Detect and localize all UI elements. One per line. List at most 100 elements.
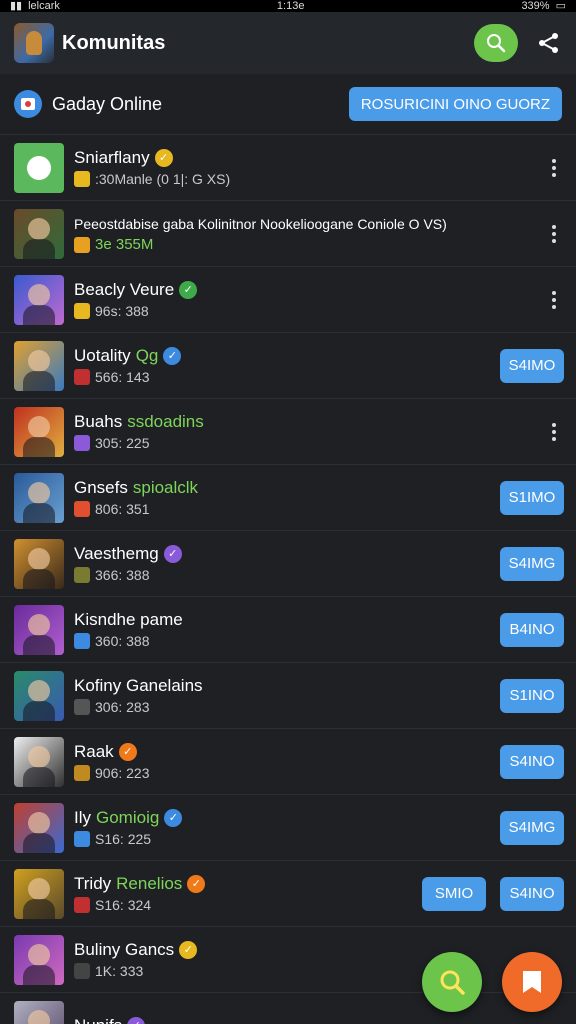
- community-thumbnail: [14, 868, 64, 919]
- list-item-stats: 906: 223: [74, 763, 500, 783]
- list-item-info: Raak ✓ 906: 223: [74, 741, 500, 783]
- more-options-icon[interactable]: [544, 222, 564, 246]
- page-title: Komunitas: [62, 31, 166, 54]
- list-item-stats: 366: 388: [74, 565, 500, 585]
- share-icon: [539, 33, 558, 53]
- list-item[interactable]: Peeostdabise gaba Kolinitnor Nookeliooga…: [0, 200, 576, 266]
- list-item-title: Gnsefs: [74, 477, 128, 497]
- list-item-info: Tridy Renelios ✓ S16: 324: [74, 873, 422, 915]
- join-button[interactable]: S1INO: [500, 678, 564, 713]
- list-item-stats: 96s: 388: [74, 301, 544, 321]
- search-button[interactable]: [474, 24, 518, 62]
- list-item[interactable]: Kisndhe pame 360: 388 B4INO: [0, 596, 576, 662]
- list-item-stats-text: 566: 143: [95, 368, 150, 385]
- list-item-name: Beacly Veure ✓: [74, 279, 544, 301]
- category-icon: [74, 764, 90, 781]
- community-thumbnail: [14, 406, 64, 457]
- join-button[interactable]: SMIO: [422, 876, 486, 911]
- list-item[interactable]: Gnsefs spioalclk 806: 351 S1IMO: [0, 464, 576, 530]
- list-item-stats-text: 906: 223: [95, 764, 150, 781]
- floating-bookmark-button[interactable]: [502, 952, 562, 1012]
- more-options-icon[interactable]: [544, 420, 564, 444]
- list-item-stats: :30Manle (0 1|: G XS): [74, 169, 544, 189]
- online-section-header: Gaday Online ROSURICINI OINO GUORZ: [0, 74, 576, 134]
- list-item[interactable]: Buahs ssdoadins 305: 225: [0, 398, 576, 464]
- join-button[interactable]: S4INO: [500, 744, 564, 779]
- list-item[interactable]: Kofiny Ganelains 306: 283 S1INO: [0, 662, 576, 728]
- share-button[interactable]: [536, 30, 562, 56]
- verified-badge-icon: ✓: [163, 346, 182, 365]
- list-item-stats-text: 305: 225: [95, 434, 150, 451]
- community-thumbnail: [14, 802, 64, 853]
- list-item-stats: 566: 143: [74, 367, 500, 387]
- community-thumbnail: [14, 736, 64, 787]
- list-item[interactable]: Ily Gomioig ✓ S16: 225 S4IMG: [0, 794, 576, 860]
- join-button[interactable]: S1IMO: [500, 480, 564, 515]
- list-item-title: Kisndhe pame: [74, 609, 183, 629]
- list-item-name: Raak ✓: [74, 741, 500, 763]
- list-item-title: Ily: [74, 807, 91, 827]
- verified-badge-icon: ✓: [164, 808, 183, 827]
- list-item-name: Ily Gomioig ✓: [74, 807, 500, 829]
- list-item-title: Buahs: [74, 411, 123, 431]
- list-item-name: Kisndhe pame: [74, 609, 500, 631]
- status-bar: ▮▮ lelcark 1:13e 339% ▭: [0, 0, 576, 12]
- list-item-stats: 306: 283: [74, 697, 500, 717]
- verified-badge-icon: ✓: [118, 742, 137, 761]
- community-thumbnail: [14, 934, 64, 985]
- join-button[interactable]: B4INO: [500, 612, 564, 647]
- list-item-title: Uotality: [74, 345, 131, 365]
- list-item-title: Buliny Gancs: [74, 939, 175, 959]
- list-item-name: Nunifs ✓: [74, 1015, 564, 1024]
- list-item[interactable]: Raak ✓ 906: 223 S4INO: [0, 728, 576, 794]
- floating-search-button[interactable]: [422, 952, 482, 1012]
- list-item-name: Uotality Qg ✓: [74, 345, 500, 367]
- join-button[interactable]: S4INO: [500, 876, 564, 911]
- category-icon: [74, 170, 90, 187]
- list-item-stats-text: 806: 351: [95, 500, 150, 517]
- list-item-name: Gnsefs spioalclk: [74, 477, 500, 499]
- community-list: Sniarflany ✓:30Manle (0 1|: G XS) Peeostda…: [0, 134, 576, 1024]
- list-item-info: Nunifs ✓: [74, 1015, 564, 1024]
- list-item[interactable]: Uotality Qg ✓ 566: 143 S4IMO: [0, 332, 576, 398]
- community-thumbnail: [14, 604, 64, 655]
- community-thumbnail: [14, 472, 64, 523]
- list-item-info: Peeostdabise gaba Kolinitnor Nookeliooga…: [74, 213, 544, 255]
- signal-icon: ▮▮: [10, 0, 23, 12]
- list-item-stats-text: S16: 324: [95, 896, 152, 913]
- category-icon: [74, 962, 90, 979]
- list-item-info: Ily Gomioig ✓ S16: 225: [74, 807, 500, 849]
- community-thumbnail: [14, 670, 64, 721]
- list-item-title-extra: Qg: [135, 345, 159, 365]
- list-item-name: Kofiny Ganelains: [74, 675, 500, 697]
- list-item-stats-text: 360: 388: [95, 632, 150, 649]
- list-item-title: Tridy: [74, 873, 112, 893]
- community-thumbnail: [14, 538, 64, 589]
- list-item-name: Tridy Renelios ✓: [74, 873, 422, 895]
- community-thumbnail: [14, 1000, 64, 1024]
- list-item-title: Beacly Veure: [74, 279, 175, 299]
- list-item-title: Raak: [74, 741, 114, 761]
- join-button[interactable]: S4IMG: [500, 810, 564, 845]
- list-item[interactable]: Vaesthemg ✓ 366: 388 S4IMG: [0, 530, 576, 596]
- more-options-icon[interactable]: [544, 156, 564, 180]
- category-icon: [74, 830, 90, 847]
- list-item[interactable]: Nunifs ✓: [0, 992, 576, 1024]
- list-item-stats-text: 1K: 333: [95, 962, 144, 979]
- list-item-stats: 305: 225: [74, 433, 544, 453]
- list-item-name: Buliny Gancs ✓: [74, 939, 564, 961]
- online-action-button[interactable]: ROSURICINI OINO GUORZ: [348, 87, 562, 121]
- list-item-info: Sniarflany ✓:30Manle (0 1|: G XS): [74, 147, 544, 189]
- join-button[interactable]: S4IMO: [500, 348, 564, 383]
- join-button[interactable]: S4IMG: [500, 546, 564, 581]
- more-options-icon[interactable]: [544, 288, 564, 312]
- list-item-stats: S16: 324: [74, 895, 422, 915]
- list-item[interactable]: Tridy Renelios ✓ S16: 324 SMIO S4INO: [0, 860, 576, 926]
- list-item[interactable]: Buliny Gancs ✓ 1K: 333: [0, 926, 576, 992]
- community-thumbnail: [14, 208, 64, 259]
- list-item-stats-text: 306: 283: [95, 698, 150, 715]
- list-item[interactable]: Beacly Veure ✓ 96s: 388: [0, 266, 576, 332]
- list-item-title-extra: Gomioig: [96, 807, 160, 827]
- category-icon: [74, 566, 90, 583]
- list-item[interactable]: Sniarflany ✓:30Manle (0 1|: G XS): [0, 134, 576, 200]
